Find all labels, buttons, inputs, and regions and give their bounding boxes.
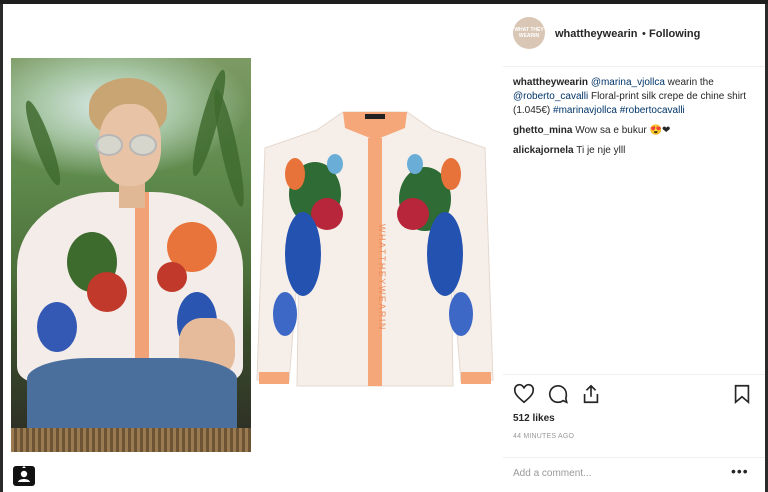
wicker-mat [11,428,251,452]
post-modal: WHATTHEYWEARIN WHAT THEY WEARIN whatthey… [3,4,765,492]
comments-list: whattheywearin @marina_vjollca wearin th… [513,76,757,164]
sunglasses-lens [95,134,123,156]
comment-icon[interactable] [547,383,569,405]
caption-text: wearin the [664,77,714,88]
post-side-panel: WHAT THEY WEARIN whattheywearin • Follow… [503,4,765,492]
bookmark-icon[interactable] [731,383,753,405]
avatar[interactable]: WHAT THEY WEARIN [513,17,545,49]
mention-link[interactable]: @marina_vjollca [591,77,665,88]
shirt-watermark: WHATTHEYWEARIN [377,224,387,331]
heart-icon[interactable] [513,383,535,405]
comment-username[interactable]: alickajornela [513,145,574,156]
following-button[interactable]: Following [649,28,700,40]
post-photo[interactable] [11,58,251,452]
caption: whattheywearin @marina_vjollca wearin th… [513,76,757,118]
post-header: WHAT THEY WEARIN whattheywearin • Follow… [503,4,765,67]
hashtag-link[interactable]: #robertocavalli [620,105,685,116]
mention-link[interactable]: @roberto_cavalli [513,91,588,102]
jeans [27,358,237,428]
sunglasses-lens [129,134,157,156]
comment-username[interactable]: ghetto_mina [513,125,572,136]
comment: ghetto_mina Wow sa e bukur 😍❤ [513,124,757,138]
share-icon[interactable] [580,383,602,405]
add-comment-input[interactable]: Add a comment... [513,468,591,479]
post-timestamp: 44 MINUTES AGO [513,433,575,440]
header-username[interactable]: whattheywearin [555,28,638,40]
header-separator: • [642,28,646,40]
likes-count[interactable]: 512 likes [513,413,555,424]
hashtag-link[interactable]: #marinavjollca [553,105,617,116]
more-options-button[interactable]: ••• [731,463,749,479]
comment-text: Ti je nje ylll [576,145,626,156]
caption-username[interactable]: whattheywearin [513,77,588,88]
post-actions: 512 likes 44 MINUTES AGO Add a comment..… [503,374,765,485]
product-shirt-image[interactable]: WHATTHEYWEARIN [255,104,495,394]
comment: alickajornela Ti je nje ylll [513,144,757,158]
tagged-user-icon[interactable] [13,466,35,486]
comment-box: Add a comment... ••• [503,457,765,486]
comment-text: Wow sa e bukur 😍❤ [575,125,671,136]
avatar-label: WHAT THEY WEARIN [514,27,544,39]
